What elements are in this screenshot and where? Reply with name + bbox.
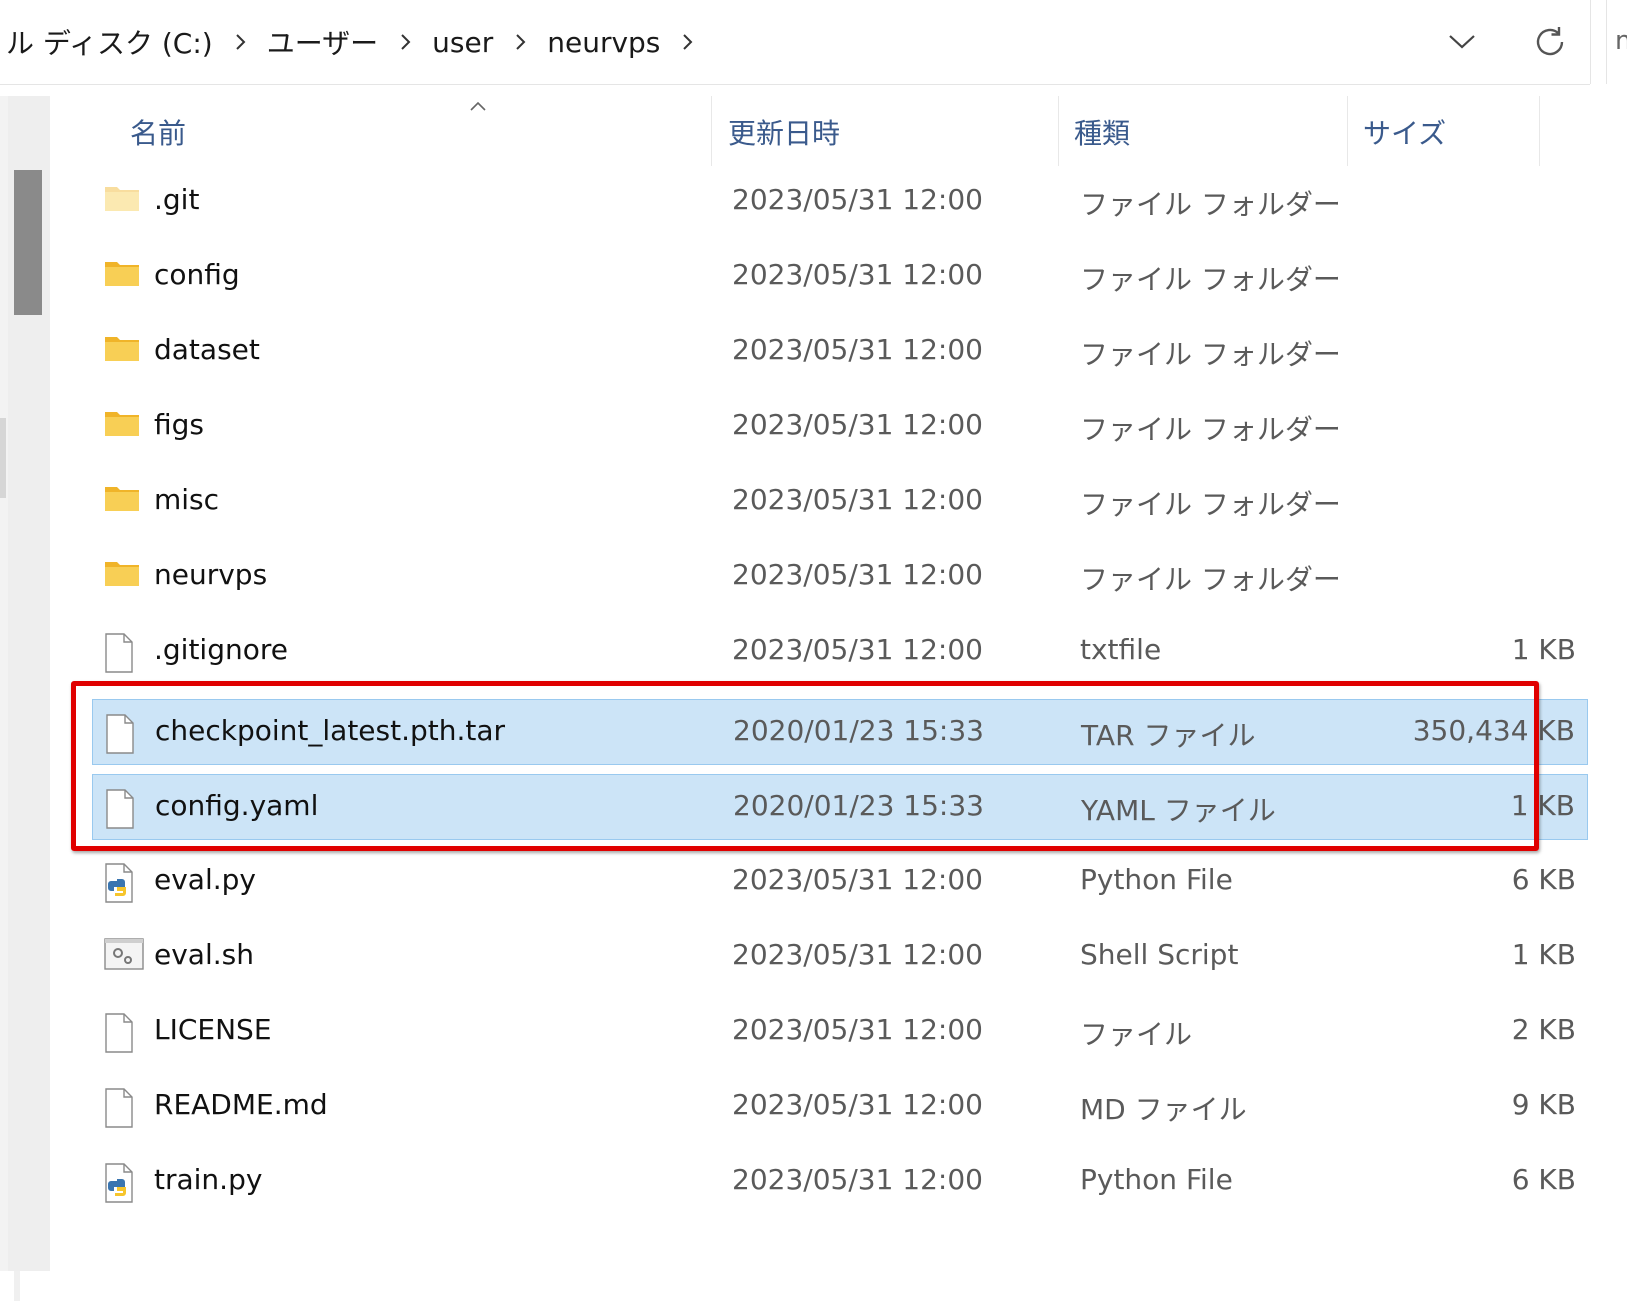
file-row[interactable]: misc 2023/05/31 12:00 ファイル フォルダー: [92, 469, 1588, 535]
file-date: 2023/05/31 12:00: [732, 1088, 983, 1121]
file-type: txtfile: [1080, 633, 1162, 666]
chevron-right-icon[interactable]: [513, 31, 527, 53]
file-date: 2023/05/31 12:00: [732, 938, 983, 971]
file-row[interactable]: config 2023/05/31 12:00 ファイル フォルダー: [92, 244, 1588, 310]
file-size: 1 KB: [1511, 633, 1576, 666]
file-row[interactable]: train.py 2023/05/31 12:00 Python File 6 KB: [92, 1149, 1588, 1215]
file-name: README.md: [154, 1088, 328, 1121]
breadcrumb-item-users[interactable]: ユーザー: [261, 22, 384, 62]
file-name: neurvps: [154, 558, 268, 591]
file-row[interactable]: .git 2023/05/31 12:00 ファイル フォルダー: [92, 169, 1588, 235]
file-icon: [104, 1088, 140, 1128]
file-date: 2023/05/31 12:00: [732, 863, 983, 896]
search-box-text: n: [1615, 26, 1627, 56]
file-name: figs: [154, 408, 204, 441]
folder-icon: [104, 258, 140, 294]
recent-locations-dropdown-button[interactable]: [1440, 20, 1484, 64]
folder-icon-faded: [104, 183, 140, 219]
pane-edge: [0, 418, 6, 498]
file-row[interactable]: eval.sh 2023/05/31 12:00 Shell Script 1 KB: [92, 924, 1588, 990]
file-icon: [104, 1013, 140, 1053]
file-date: 2023/05/31 12:00: [732, 333, 983, 366]
folder-icon: [104, 333, 140, 369]
file-size: 1 KB: [1511, 938, 1576, 971]
file-size: 9 KB: [1511, 1088, 1576, 1121]
file-type: MD ファイル: [1080, 1093, 1247, 1126]
python-file-icon: [104, 1163, 140, 1203]
column-divider[interactable]: [1347, 96, 1348, 166]
search-box[interactable]: n: [1606, 0, 1627, 84]
file-name: train.py: [154, 1163, 263, 1196]
chevron-right-icon[interactable]: [233, 31, 247, 53]
breadcrumb-item-neurvps[interactable]: neurvps: [541, 26, 666, 59]
highlight-annotation-box: [71, 681, 1539, 851]
file-name: .git: [154, 183, 200, 216]
file-size: 6 KB: [1511, 1163, 1576, 1196]
refresh-icon: [1536, 27, 1564, 56]
file-date: 2023/05/31 12:00: [732, 633, 983, 666]
file-date: 2023/05/31 12:00: [732, 183, 983, 216]
file-type: ファイル フォルダー: [1080, 563, 1341, 596]
python-file-icon: [104, 863, 140, 903]
column-header: 名前 更新日時 種類 サイズ: [52, 96, 1627, 166]
navigation-scrollbar-thumb[interactable]: [14, 170, 42, 315]
file-type: ファイル フォルダー: [1080, 263, 1341, 296]
file-date: 2023/05/31 12:00: [732, 1163, 983, 1196]
file-type: Shell Script: [1080, 938, 1239, 971]
column-header-date[interactable]: 更新日時: [728, 112, 840, 152]
file-name: misc: [154, 483, 220, 516]
file-name: LICENSE: [154, 1013, 272, 1046]
file-name: dataset: [154, 333, 260, 366]
file-name: eval.sh: [154, 938, 254, 971]
file-type: Python File: [1080, 863, 1233, 896]
file-row[interactable]: .gitignore 2023/05/31 12:00 txtfile 1 KB: [92, 619, 1588, 685]
file-size: 2 KB: [1511, 1013, 1576, 1046]
column-header-size[interactable]: サイズ: [1363, 112, 1446, 152]
file-row[interactable]: LICENSE 2023/05/31 12:00 ファイル 2 KB: [92, 999, 1588, 1065]
file-type: Python File: [1080, 1163, 1233, 1196]
file-type: ファイル: [1080, 1018, 1193, 1051]
file-date: 2023/05/31 12:00: [732, 258, 983, 291]
file-name: config: [154, 258, 240, 291]
file-row[interactable]: README.md 2023/05/31 12:00 MD ファイル 9 KB: [92, 1074, 1588, 1140]
column-divider[interactable]: [1539, 96, 1540, 166]
column-divider[interactable]: [711, 96, 712, 166]
status-area: [0, 1271, 1627, 1301]
breadcrumb-item-user[interactable]: user: [426, 26, 499, 59]
file-row[interactable]: eval.py 2023/05/31 12:00 Python File 6 KB: [92, 849, 1588, 915]
refresh-button[interactable]: [1525, 18, 1575, 66]
file-date: 2023/05/31 12:00: [732, 408, 983, 441]
breadcrumb: ル ディスク (C:) ユーザー user neurvps: [0, 22, 708, 62]
file-type: ファイル フォルダー: [1080, 338, 1341, 371]
chevron-right-icon[interactable]: [398, 31, 412, 53]
breadcrumb-item-drive[interactable]: ル ディスク (C:): [0, 22, 219, 62]
file-row[interactable]: figs 2023/05/31 12:00 ファイル フォルダー: [92, 394, 1588, 460]
file-date: 2023/05/31 12:00: [732, 1013, 983, 1046]
chevron-down-icon: [1449, 35, 1475, 49]
column-header-type[interactable]: 種類: [1074, 112, 1130, 152]
toolbar-divider: [1590, 0, 1591, 84]
file-name: eval.py: [154, 863, 256, 896]
shell-script-icon: [104, 938, 144, 974]
address-bar[interactable]: ル ディスク (C:) ユーザー user neurvps: [0, 0, 1590, 85]
folder-icon: [104, 408, 140, 444]
file-type: ファイル フォルダー: [1080, 488, 1341, 521]
column-header-name[interactable]: 名前: [130, 112, 186, 152]
file-row[interactable]: dataset 2023/05/31 12:00 ファイル フォルダー: [92, 319, 1588, 385]
folder-icon: [104, 558, 140, 594]
folder-icon: [104, 483, 140, 519]
file-type: ファイル フォルダー: [1080, 188, 1341, 221]
file-row[interactable]: neurvps 2023/05/31 12:00 ファイル フォルダー: [92, 544, 1588, 610]
chevron-right-icon[interactable]: [680, 31, 694, 53]
file-icon: [104, 633, 140, 673]
sort-ascending-icon: [470, 101, 486, 111]
column-divider[interactable]: [1058, 96, 1059, 166]
file-type: ファイル フォルダー: [1080, 413, 1341, 446]
file-date: 2023/05/31 12:00: [732, 558, 983, 591]
file-size: 6 KB: [1511, 863, 1576, 896]
file-date: 2023/05/31 12:00: [732, 483, 983, 516]
file-name: .gitignore: [154, 633, 288, 666]
